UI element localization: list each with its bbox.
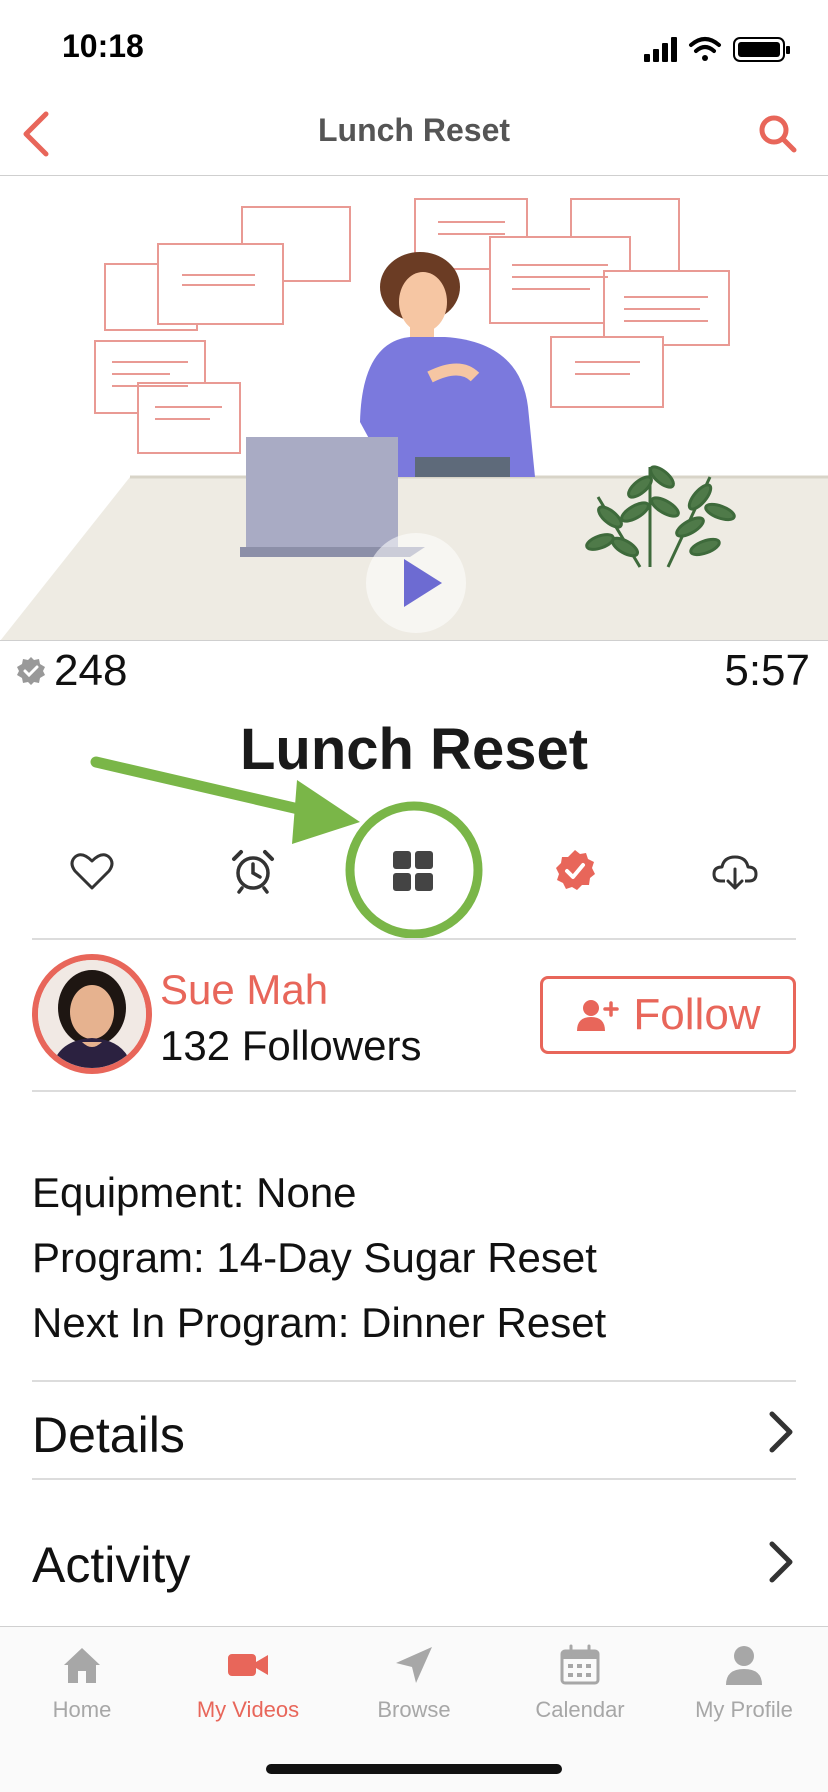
tab-my-profile[interactable]: My Profile [664, 1643, 824, 1743]
tab-browse[interactable]: Browse [334, 1643, 494, 1743]
tab-my-videos[interactable]: My Videos [168, 1643, 328, 1743]
search-icon[interactable] [754, 110, 802, 158]
tab-label: Browse [377, 1697, 451, 1722]
chevron-right-icon [769, 1541, 793, 1583]
activity-label: Activity [32, 1537, 191, 1593]
divider [32, 1090, 796, 1092]
tab-label: My Videos [196, 1697, 300, 1722]
author-row: Sue Mah 132 Followers Follow [0, 940, 828, 1090]
follow-button[interactable]: Follow [540, 976, 796, 1054]
tab-label: My Profile [695, 1697, 793, 1722]
author-name[interactable]: Sue Mah [160, 966, 328, 1014]
tab-home[interactable]: Home [2, 1643, 162, 1743]
video-meta-row: 248 5:57 [0, 642, 828, 698]
video-camera-icon [228, 1654, 268, 1676]
avatar-portrait [38, 960, 146, 1068]
action-row [0, 820, 828, 920]
play-icon [404, 559, 442, 607]
heart-icon[interactable] [69, 848, 115, 894]
person-icon [726, 1646, 762, 1685]
check-badge-icon[interactable] [552, 848, 598, 894]
grid-icon[interactable] [390, 848, 436, 894]
battery-icon [733, 37, 790, 62]
activity-row[interactable]: Activity [32, 1512, 796, 1610]
avatar[interactable] [32, 954, 152, 1074]
status-icons [644, 37, 790, 62]
nav-bar: Lunch Reset [0, 92, 828, 176]
details-row[interactable]: Details [32, 1382, 796, 1480]
nav-title: Lunch Reset [317, 112, 511, 148]
program-text: Program: 14-Day Sugar Reset [32, 1234, 597, 1281]
calendar-icon [560, 1644, 600, 1685]
status-time: 10:18 [62, 28, 144, 64]
tab-calendar[interactable]: Calendar [500, 1643, 660, 1743]
program-info: Equipment: None Program: 14-Day Sugar Re… [32, 1160, 606, 1355]
status-bar: 10:18 [0, 0, 828, 92]
author-followers: 132 Followers [160, 1022, 422, 1069]
video-thumbnail[interactable] [0, 177, 828, 641]
signal-icon [644, 37, 677, 62]
views-count: 248 [54, 646, 128, 695]
chevron-right-icon [769, 1411, 793, 1453]
wifi-icon [689, 37, 721, 61]
video-title: Lunch Reset [239, 717, 589, 782]
equipment-text: Equipment: None [32, 1169, 357, 1216]
next-in-program-text: Next In Program: Dinner Reset [32, 1299, 607, 1346]
home-indicator[interactable] [266, 1764, 562, 1774]
navigation-arrow-icon [396, 1647, 432, 1683]
follow-label: Follow [633, 990, 761, 1039]
add-user-icon [577, 1000, 620, 1031]
cloud-download-icon[interactable] [712, 848, 758, 894]
home-icon [64, 1648, 100, 1683]
divider [32, 1478, 796, 1480]
alarm-clock-icon[interactable] [230, 848, 276, 894]
details-label: Details [32, 1407, 185, 1463]
verified-badge-icon [17, 657, 45, 685]
play-button[interactable] [366, 533, 466, 633]
tab-label: Home [52, 1697, 112, 1722]
video-duration: 5:57 [724, 646, 810, 695]
tab-label: Calendar [535, 1697, 625, 1722]
